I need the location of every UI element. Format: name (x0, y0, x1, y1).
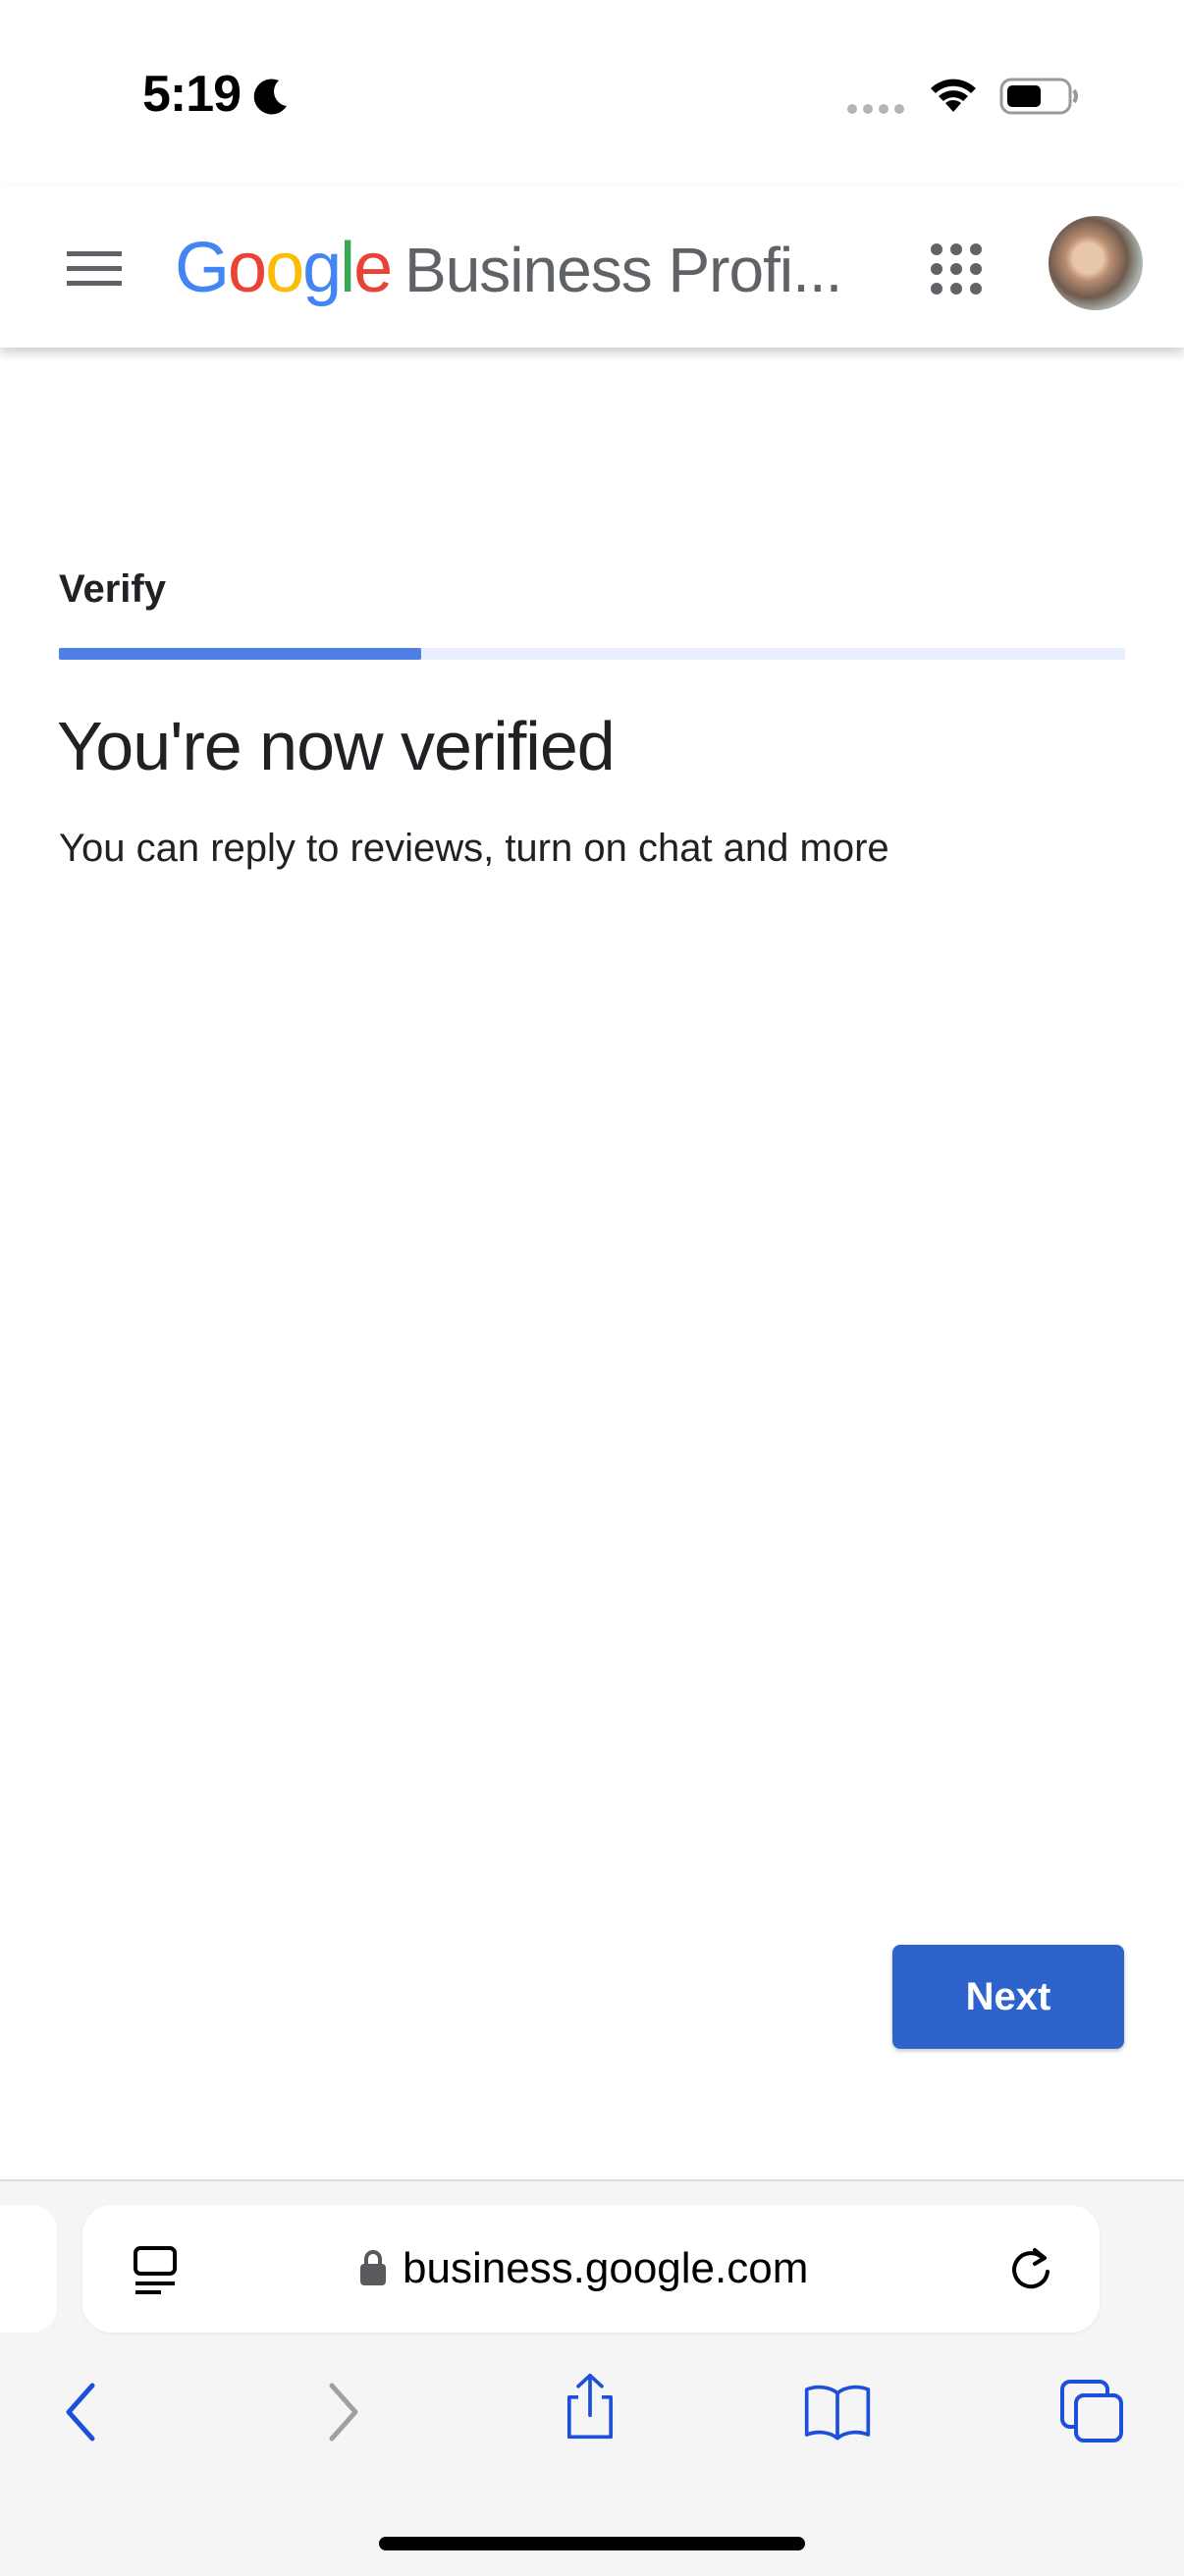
page-description: You can reply to reviews, turn on chat a… (59, 827, 889, 870)
cellular-signal-icon (847, 104, 904, 114)
battery-icon (999, 78, 1078, 115)
previous-tab-preview[interactable] (0, 2205, 57, 2333)
status-time: 5:19 (142, 66, 242, 123)
forward-icon[interactable] (308, 2378, 377, 2446)
browser-toolbar: business.google.com (0, 2179, 1184, 2576)
logo-letter: l (340, 229, 355, 307)
page-menu-icon[interactable] (132, 2244, 181, 2295)
google-logo: Google (175, 228, 393, 308)
url-text: business.google.com (403, 2244, 809, 2292)
app-bar: Google Business Profi... (0, 187, 1184, 348)
avatar[interactable] (1049, 216, 1143, 310)
next-button[interactable]: Next (892, 1945, 1124, 2049)
home-indicator (379, 2537, 805, 2550)
moon-icon (253, 79, 287, 115)
back-icon[interactable] (49, 2378, 118, 2446)
reload-icon[interactable] (1005, 2244, 1056, 2295)
product-name: Business Profi... (404, 235, 842, 305)
logo-letter: e (353, 229, 393, 307)
logo-letter: G (175, 229, 230, 307)
page-title: You're now verified (57, 708, 616, 784)
logo-letter: g (302, 229, 342, 307)
tabs-icon[interactable] (1058, 2378, 1127, 2446)
share-icon[interactable] (556, 2372, 624, 2441)
address-bar[interactable]: business.google.com (82, 2205, 1100, 2333)
lock-icon (360, 2250, 386, 2285)
progress-fill (59, 648, 422, 660)
apps-grid-icon[interactable] (927, 240, 986, 298)
bookmarks-icon[interactable] (803, 2378, 872, 2446)
wifi-icon (931, 79, 976, 112)
menu-icon[interactable] (61, 245, 128, 293)
progress-bar (59, 648, 1125, 660)
logo-letter: o (265, 229, 304, 307)
logo-letter: o (228, 229, 267, 307)
step-label: Verify (59, 567, 166, 611)
status-bar: 5:19 (0, 0, 1184, 187)
